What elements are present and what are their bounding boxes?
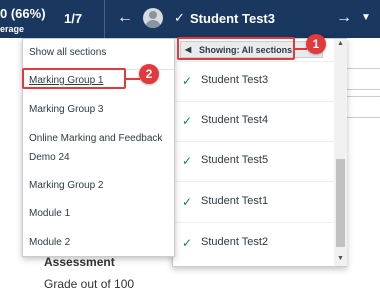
scroll-up-arrow-icon[interactable]: ▲ [337,40,344,47]
student-option[interactable]: ✓ Student Test3 [173,63,334,101]
student-selector[interactable]: Student Test3 [190,11,275,26]
callout-badge-2: 2 [139,64,159,84]
callout-highlight-showing [177,37,295,60]
section-option-module-1[interactable]: Module 1 [29,206,70,222]
speedgrader-header: 0 (66%) erage 1/7 ← ✓ Student Test3 → ▼ [0,0,380,38]
show-all-sections-option[interactable]: Show all sections [29,47,106,58]
student-option-name: Student Test3 [201,74,269,86]
background-field [346,68,380,90]
divider [173,61,334,62]
check-icon: ✓ [182,236,193,250]
score-display: 0 (66%) [0,6,46,21]
previous-student-arrow-icon[interactable]: ← [117,9,133,27]
student-option[interactable]: ✓ Student Test4 [173,103,334,141]
assessment-heading: Assessment [44,255,115,269]
divider [173,222,334,223]
background-field [346,96,380,118]
callout-connector [295,48,307,50]
divider [173,101,334,102]
student-option[interactable]: ✓ Student Test5 [173,143,334,181]
scroll-thumb[interactable] [336,159,345,247]
section-option-online-marking-line2[interactable]: Demo 24 [29,150,70,166]
student-option[interactable]: ✓ Student Test2 [173,225,334,263]
check-icon: ✓ [182,74,193,88]
section-option-marking-group-3[interactable]: Marking Group 3 [29,102,103,118]
student-option-name: Student Test4 [201,114,269,126]
student-option-name: Student Test5 [201,154,269,166]
divider [173,141,334,142]
student-option[interactable]: ✓ Student Test1 [173,184,334,222]
avatar [143,8,163,28]
check-icon: ✓ [174,10,185,25]
check-icon: ✓ [182,195,193,209]
avatar-head [149,11,157,19]
section-option-online-marking[interactable]: Online Marking and Feedback [29,131,162,147]
callout-connector [126,78,140,80]
student-option-name: Student Test1 [201,195,269,207]
avatar-body [145,20,161,28]
header-divider [104,0,105,38]
scroll-down-arrow-icon[interactable]: ▼ [337,255,344,262]
grade-out-of-label: Grade out of 100 [44,277,135,291]
section-option-marking-group-2[interactable]: Marking Group 2 [29,178,103,194]
divider [173,181,334,182]
section-option-module-2[interactable]: Module 2 [29,235,70,251]
student-dropdown: ◀ Showing: All sections ✓ Student Test3 … [172,38,347,267]
next-student-arrow-icon[interactable]: → [336,9,352,27]
student-option-name: Student Test2 [201,236,269,248]
student-pager: 1/7 [64,11,83,26]
chevron-down-icon[interactable]: ▼ [361,12,371,23]
dropdown-scrollbar[interactable]: ▲ ▼ [334,39,347,266]
callout-highlight-marking-group-1 [22,68,126,89]
check-icon: ✓ [182,114,193,128]
check-icon: ✓ [182,154,193,168]
score-sublabel: erage [0,24,25,34]
callout-badge-1: 1 [306,34,326,54]
